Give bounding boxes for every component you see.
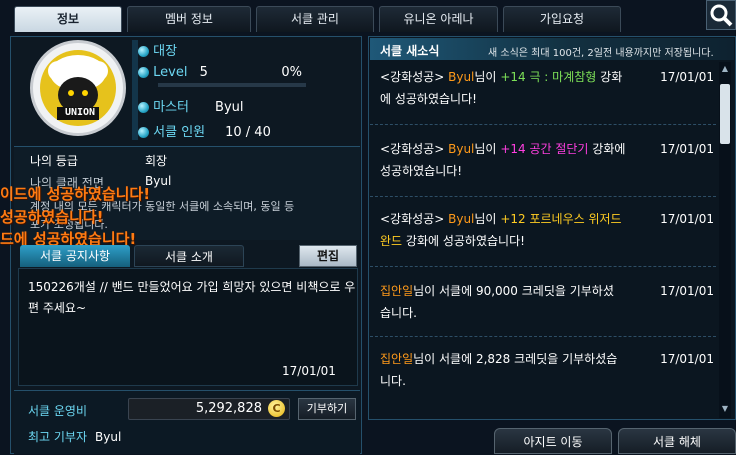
bullet-icon <box>138 102 149 113</box>
tab-member-info[interactable]: 멤버 정보 <box>127 6 251 32</box>
news-item: <강화성공> Byul님이 +14 극 : 마계참형 강화 에 성공하였습니다! … <box>380 66 720 110</box>
bullet-icon <box>138 127 149 138</box>
level-label: Level <box>153 65 188 80</box>
search-icon <box>710 4 733 27</box>
rank-label: 나의 등급 <box>30 154 78 168</box>
news-notice: 새 소식은 최대 100건, 2일전 내용까지만 저장됩니다. <box>488 48 714 59</box>
level-percent: 0% <box>281 65 302 80</box>
notice-date: 17/01/01 <box>282 364 336 378</box>
info-title-row: 대장 <box>138 40 177 59</box>
level-row: Level 5 <box>138 65 208 80</box>
master-value: Byul <box>215 100 244 115</box>
level-value: 5 <box>199 65 208 80</box>
news-date: 17/01/01 <box>660 212 714 226</box>
hideout-move-button[interactable]: 아지트 이동 <box>494 428 612 454</box>
master-row: 마스터 Byul <box>138 96 244 115</box>
news-item: 집안일님이 서클에 90,000 크레딧을 기부하셨 습니다. 17/01/01 <box>380 280 720 324</box>
tab-join-request[interactable]: 가입요청 <box>503 6 621 32</box>
members-label: 서클 인원 <box>153 125 206 140</box>
search-button[interactable] <box>706 0 736 30</box>
divider <box>370 196 716 197</box>
news-date: 17/01/01 <box>660 284 714 298</box>
overlay-message: 성공하였습니다! <box>0 208 104 226</box>
news-date: 17/01/01 <box>660 352 714 366</box>
divider <box>370 266 716 267</box>
donate-button[interactable]: 기부하기 <box>298 398 356 420</box>
scroll-down-icon[interactable]: ▼ <box>720 404 730 418</box>
notice-text: 150226개설 // 밴드 만들었어요 가입 희망자 있으면 비책으로 우편 … <box>28 280 356 315</box>
divider <box>370 336 716 337</box>
circle-title: 대장 <box>153 44 178 59</box>
funds-value: 5,292,828 <box>195 401 262 416</box>
news-title: 서클 새소식 <box>380 44 440 58</box>
bullet-icon <box>138 67 149 78</box>
members-value: 10 / 40 <box>225 125 271 140</box>
news-item: <강화성공> Byul님이 +12 포르네우스 위저드 완드 강화에 성공하였습니… <box>380 208 720 252</box>
disband-circle-button[interactable]: 서클 해체 <box>618 428 736 454</box>
scrollbar-thumb[interactable] <box>720 84 730 144</box>
tab-info[interactable]: 정보 <box>14 6 122 32</box>
bullet-icon <box>138 46 149 57</box>
level-progress-bar <box>158 83 306 87</box>
scroll-up-icon[interactable]: ▲ <box>720 64 730 78</box>
news-date: 17/01/01 <box>660 142 714 156</box>
tab-introduction[interactable]: 서클 소개 <box>134 245 244 267</box>
divider <box>370 124 716 125</box>
funds-label: 서클 운영비 <box>28 404 88 418</box>
rank-value: 회장 <box>145 154 168 168</box>
news-item: 집안일님이 서클에 2,828 크레딧을 기부하셨습 니다. 17/01/01 <box>380 348 720 392</box>
top-donor-row: 최고 기부자 Byul <box>28 428 121 445</box>
members-row: 서클 인원 10 / 40 <box>138 121 271 140</box>
tab-circle-manage[interactable]: 서클 관리 <box>256 6 374 32</box>
master-label: 마스터 <box>153 100 190 115</box>
tab-union-arena[interactable]: 유니온 아레나 <box>379 6 498 32</box>
coin-icon: C <box>268 400 285 417</box>
top-donor-label: 최고 기부자 <box>28 430 88 444</box>
emblem-text: UNION <box>64 107 96 118</box>
top-donor-value: Byul <box>95 430 122 444</box>
edit-button[interactable]: 편집 <box>299 245 357 267</box>
circle-emblem: UNION <box>30 40 126 136</box>
news-item: <강화성공> Byul님이 +14 공간 절단기 강화에 성공하였습니다! 17/… <box>380 138 720 182</box>
overlay-message: 이드에 성공하였습니다! <box>0 185 151 203</box>
tab-notice[interactable]: 서클 공지사항 <box>20 245 130 267</box>
news-date: 17/01/01 <box>660 70 714 84</box>
